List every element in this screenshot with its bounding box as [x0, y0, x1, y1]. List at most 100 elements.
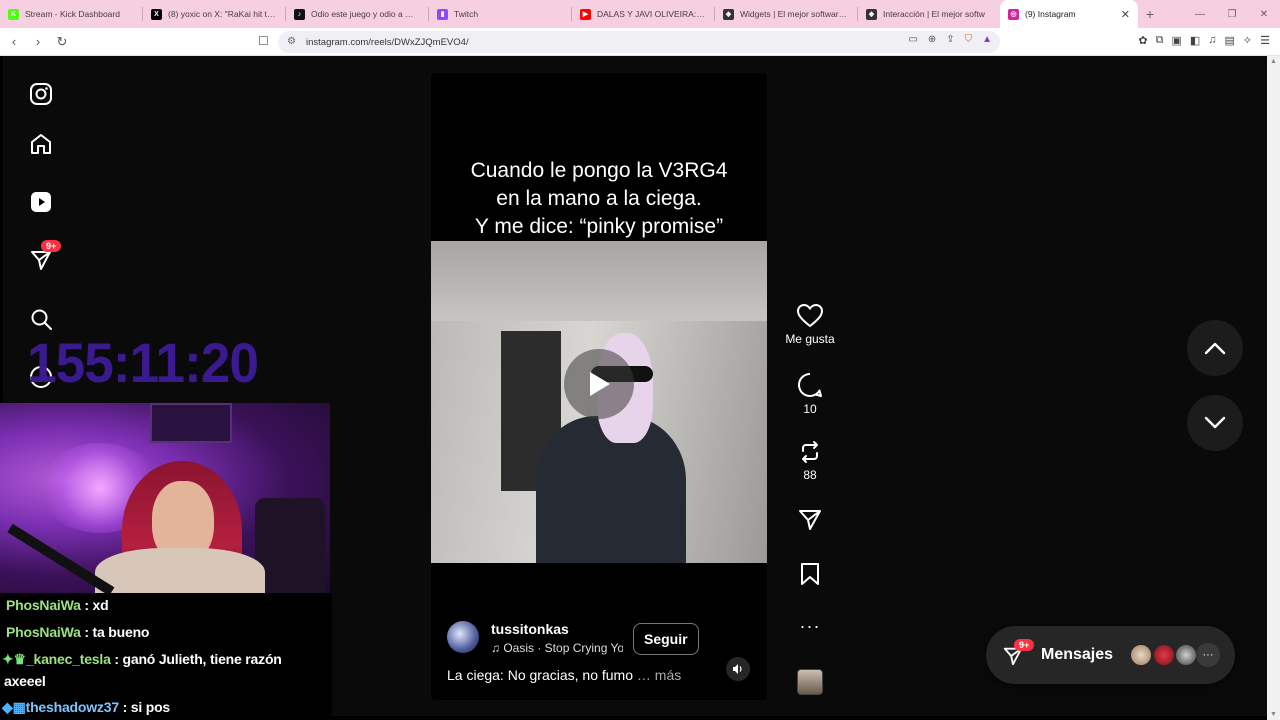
tab-title: Odio este juego y odio a Mim	[311, 9, 420, 19]
browser-tab[interactable]: X (8) yoxic on X: "RaKai hit the F	[143, 0, 285, 28]
save-button[interactable]	[784, 562, 836, 590]
audio-thumbnail[interactable]	[797, 669, 823, 695]
music-icon[interactable]: ♫	[1208, 34, 1216, 47]
tab-title: Twitch	[454, 9, 479, 19]
next-reel-button[interactable]	[1187, 395, 1243, 451]
direct-messages-icon[interactable]: 9+	[25, 240, 62, 276]
browser-tab[interactable]: ▮ Twitch	[429, 0, 571, 28]
tab-title: Interacción | El mejor softw	[883, 9, 985, 19]
chat-text: : ganó Julieth, tiene razón	[110, 651, 282, 667]
chat-user: theshadowz37	[25, 699, 119, 715]
chat-message: ✦♛_kanec_tesla : ganó Julieth, tiene raz…	[2, 651, 282, 668]
chat-message: ◆▦theshadowz37 : si pos	[2, 699, 170, 716]
play-icon[interactable]	[564, 349, 634, 419]
close-tab-icon[interactable]: ✕	[1121, 8, 1130, 21]
reels-icon[interactable]	[25, 186, 57, 218]
cast-icon[interactable]: ▭	[908, 34, 917, 45]
x-icon: X	[151, 8, 162, 20]
repost-icon	[802, 441, 818, 463]
author-avatar[interactable]	[447, 621, 479, 653]
volume-icon[interactable]	[726, 657, 750, 681]
more-link[interactable]: … más	[633, 667, 681, 683]
music-note-icon: ♫	[491, 641, 504, 655]
address-bar-icons: ▭ ⊕ ⇪ ⛉ ▲	[908, 34, 992, 45]
puzzle-icon[interactable]: ⧉	[1156, 34, 1164, 47]
menu-icon[interactable]: ☰	[1260, 34, 1270, 47]
share-button[interactable]	[784, 508, 836, 536]
chat-text: : ta bueno	[80, 624, 150, 640]
song-title: Oasis · Stop Crying Yo	[503, 641, 623, 655]
wallet-icon[interactable]: ◧	[1190, 34, 1200, 47]
tab-active[interactable]: ◎ (9) Instagram ✕	[1000, 0, 1138, 28]
author-username[interactable]: tussitonkas	[491, 621, 569, 637]
restore-icon[interactable]: ❐	[1216, 0, 1248, 28]
brave-rewards-icon[interactable]: ▲	[982, 34, 992, 45]
page-scrollbar[interactable]: ▲ ▼	[1267, 56, 1280, 720]
contact-avatar	[1152, 643, 1176, 667]
like-button[interactable]: Me gusta	[784, 304, 836, 346]
reel-player[interactable]: Cuando le pongo la V3RG4 en la mano a la…	[431, 73, 767, 700]
tab-title: Widgets | El mejor software par	[740, 9, 849, 19]
repost-button[interactable]: 88	[784, 440, 836, 482]
instagram-logo-icon[interactable]	[25, 78, 57, 110]
contact-avatar	[1129, 643, 1153, 667]
twitch-icon: ▮	[437, 8, 448, 20]
chevron-down-icon	[1204, 416, 1226, 429]
reel-video[interactable]	[431, 241, 767, 563]
browser-tab[interactable]: ♪ Odio este juego y odio a Mim	[286, 0, 428, 28]
new-tab-button[interactable]: +	[1138, 6, 1162, 22]
comment-button[interactable]: 10	[784, 372, 836, 416]
comments-count: 10	[803, 402, 817, 416]
back-icon[interactable]: ‹	[4, 32, 24, 52]
tab-strip: K Stream - Kick Dashboard X (8) yoxic on X:…	[0, 0, 1280, 28]
follow-button[interactable]: Seguir	[633, 623, 699, 655]
minimize-icon[interactable]: —	[1184, 0, 1216, 28]
chat-user: PhosNaiWa	[6, 624, 81, 640]
previous-reel-button[interactable]	[1187, 320, 1243, 376]
audio-track[interactable]: ♫ Oasis · Stop Crying Yo	[491, 641, 623, 655]
sidebar-icon[interactable]: ▣	[1171, 34, 1181, 47]
instagram-icon: ◎	[1008, 8, 1019, 20]
leo-ai-icon[interactable]: ✧	[1243, 34, 1252, 47]
chat-badges: ◆▦	[2, 699, 26, 715]
tab-title: (8) yoxic on X: "RaKai hit the F	[168, 9, 277, 19]
comment-icon	[798, 372, 822, 397]
home-icon[interactable]	[25, 128, 57, 160]
brave-shield-icon[interactable]: ⛉	[965, 34, 973, 45]
caption-line: en la mano a la ciega.	[496, 187, 702, 210]
browser-tab[interactable]: ◈ Widgets | El mejor software par	[715, 0, 857, 28]
more-contacts-icon: ···	[1196, 643, 1220, 667]
description-text: La ciega: No gracias, no fumo	[447, 667, 633, 683]
reposts-count: 88	[803, 468, 817, 482]
reload-icon[interactable]: ↻	[52, 32, 72, 52]
chat-user: PhosNaiWa	[6, 597, 81, 613]
close-window-icon[interactable]: ✕	[1248, 0, 1280, 28]
reel-author: tussitonkas ♫ Oasis · Stop Crying Yo Seg…	[447, 621, 757, 661]
chat-user: _kanec_tesla	[25, 651, 111, 667]
extension-icon[interactable]: ✿	[1138, 34, 1147, 47]
tab-title: DALAS Y JAVI OLIVEIRA: El Sar	[597, 9, 706, 19]
browser-tab[interactable]: ▶ DALAS Y JAVI OLIVEIRA: El Sar	[572, 0, 714, 28]
heart-icon	[797, 304, 823, 328]
chat-badges: ✦♛	[2, 651, 26, 667]
tab-search-icon[interactable]: ▤	[1225, 34, 1235, 47]
more-options-icon[interactable]: ···	[784, 616, 836, 637]
site-settings-icon[interactable]: ⚙	[287, 36, 296, 47]
widget-icon: ◈	[866, 8, 877, 20]
share-icon[interactable]: ⇪	[946, 34, 954, 45]
webcam-overlay	[0, 403, 330, 593]
address-bar[interactable]: ⚙ instagram.com/reels/DWxZJQmEVO4/ ▭ ⊕ ⇪…	[278, 31, 1000, 53]
forward-icon[interactable]: ›	[28, 32, 48, 52]
navigation-bar: ‹ › ↻ ☐ ⚙ instagram.com/reels/DWxZJQmEVO…	[0, 28, 1280, 56]
chat-message-continued: axeeel	[4, 673, 46, 689]
bookmark-save-icon	[801, 563, 819, 585]
scroll-up-icon[interactable]: ▲	[1270, 58, 1277, 65]
browser-tab[interactable]: ◈ Interacción | El mejor softw	[858, 0, 1000, 28]
messages-button[interactable]: 9+ Mensajes ···	[986, 626, 1235, 684]
bookmark-icon[interactable]: ☐	[258, 34, 269, 48]
reel-description: La ciega: No gracias, no fumo … más	[447, 667, 681, 683]
url-text: instagram.com/reels/DWxZJQmEVO4/	[306, 36, 469, 48]
scroll-down-icon[interactable]: ▼	[1270, 711, 1277, 718]
browser-tab[interactable]: K Stream - Kick Dashboard	[0, 0, 142, 28]
zoom-icon[interactable]: ⊕	[928, 34, 936, 45]
